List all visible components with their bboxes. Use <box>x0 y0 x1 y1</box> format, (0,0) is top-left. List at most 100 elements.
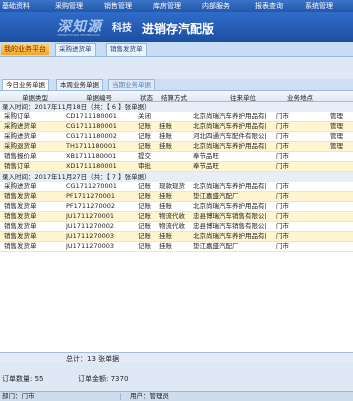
table-row[interactable]: 采购进货单 CG1711180002 记账 挂账 河北四通汽车配件有限公| 门市 管理 <box>0 132 353 142</box>
table-cell: 挂账 <box>159 192 172 200</box>
group-header[interactable]: 录入时间：2017年11月27日（共：【 7 】张单据） <box>0 172 353 182</box>
table-cell: 挂账 <box>159 202 172 210</box>
table-cell: JU1711270001 <box>66 212 115 220</box>
table-cell: 物流代收 <box>159 222 185 230</box>
table-cell: 挂账 <box>159 242 172 250</box>
table-cell: 记账 <box>138 212 151 220</box>
summary-panel: 订单数量: 55 订单金额: 7370 <box>0 362 353 384</box>
table-cell: 记账 <box>138 192 151 200</box>
table-cell: 挂账 <box>159 232 172 240</box>
table-cell: 河北四通汽车配件有限公| <box>193 132 267 140</box>
table-cell: 现款现货 <box>159 182 185 190</box>
table-cell: 奉节品旺 <box>193 152 219 160</box>
table-cell: 管理 <box>330 112 343 120</box>
table-cell: 北京尚瑞汽车养护用品有| <box>193 232 267 240</box>
table-cell: 记账 <box>138 122 151 130</box>
col-doc-number[interactable]: 单据编号 <box>86 92 112 102</box>
order-count: 订单数量: 55 <box>2 375 44 383</box>
table-cell: 门市 <box>276 202 289 210</box>
table-cell: 北京尚瑞汽车养护用品有| <box>193 112 267 120</box>
table-row[interactable]: 销售发货单 JU1711270001 记账 物流代收 忠县博瑞汽车销售有限公| 门市 <box>0 212 353 222</box>
table-row[interactable]: 销售发货单 JU1711270003 记账 挂账 垫江嘉盛汽配厂 门市 <box>0 242 353 252</box>
table-cell: 门市 <box>276 222 289 230</box>
tab-bar: 今日业务单据 本周业务单据 当期业务单据 <box>0 79 353 90</box>
order-amount: 订单金额: 7370 <box>78 375 129 383</box>
table-row[interactable]: 销售发货单 PF1711270001 记账 挂账 垫江嘉盛汽配厂 门市 <box>0 192 353 202</box>
table-cell: 管理 <box>330 122 343 130</box>
group-header[interactable]: 录入时间：2017年11月18日（共：【 6 】张单据） <box>0 102 353 112</box>
table-cell: PF1711270002 <box>66 202 116 210</box>
table-row[interactable]: 销售发货单 JU1711270003 记账 挂账 北京尚瑞汽车养护用品有| 门市 <box>0 232 353 242</box>
table-cell: 挂账 <box>159 122 172 130</box>
nav-tab-purchase-receipt[interactable]: 采购进货单 <box>55 43 96 57</box>
nav-tab-sales-delivery[interactable]: 销售发货单 <box>106 43 147 57</box>
col-partner[interactable]: 往来单位 <box>230 92 256 102</box>
table-cell: CG1711180001 <box>66 122 117 130</box>
my-platform-button[interactable]: 我的业务平台 <box>1 43 49 55</box>
table-cell: 关闭 <box>138 112 151 120</box>
menu-sales[interactable]: 销售管理 <box>104 1 132 11</box>
status-divider <box>120 393 121 400</box>
table-row[interactable]: 采购订单 CD1711180001 关闭 北京尚瑞汽车养护用品有| 门市 管理 <box>0 112 353 122</box>
table-cell: 门市 <box>276 122 289 130</box>
table-cell: PF1711270001 <box>66 192 116 200</box>
table-cell: 审批 <box>138 162 151 170</box>
table-cell: 采购进货单 <box>4 132 37 140</box>
table-cell: 门市 <box>276 192 289 200</box>
menu-purchase[interactable]: 采购管理 <box>55 1 83 11</box>
menu-warehouse[interactable]: 库房管理 <box>153 1 181 11</box>
table-cell: JU1711270003 <box>66 242 115 250</box>
col-settlement[interactable]: 结算方式 <box>161 92 187 102</box>
table-cell: 采购退货单 <box>4 142 37 150</box>
table-cell: 垫江嘉盛汽配厂 <box>193 192 239 200</box>
table-cell: 记账 <box>138 242 151 250</box>
table-cell: 门市 <box>276 132 289 140</box>
table-cell: 北京尚瑞汽车养护用品有| <box>193 122 267 130</box>
table-cell: 门市 <box>276 182 289 190</box>
table-cell: 忠县博瑞汽车销售有限公| <box>193 222 267 230</box>
table-row[interactable]: 销售报价单 XB1711180001 提交 奉节品旺 门市 <box>0 152 353 162</box>
logo-subtitle: SHENZHIYUAN TECHNOLOGY <box>57 33 101 37</box>
table-cell: 垫江嘉盛汽配厂 <box>193 242 239 250</box>
col-location[interactable]: 业务地点 <box>287 92 313 102</box>
table-row[interactable]: 销售订单 XD1711180001 审批 奉节品旺 门市 <box>0 162 353 172</box>
tab-this-week[interactable]: 本周业务单据 <box>56 79 103 90</box>
table-cell: 门市 <box>276 212 289 220</box>
tab-current-period[interactable]: 当期业务单据 <box>108 79 155 90</box>
table-row[interactable]: 采购进货单 CG1711180001 记账 挂账 北京尚瑞汽车养护用品有| 门市 管理 <box>0 122 353 132</box>
col-doc-type[interactable]: 单据类型 <box>22 92 48 102</box>
menu-reports[interactable]: 报表查询 <box>255 1 283 11</box>
table-cell: 销售发货单 <box>4 242 37 250</box>
table-cell: CG1711180002 <box>66 132 117 140</box>
table-cell: 北京尚瑞汽车养护用品有| <box>193 182 267 190</box>
table-cell: 记账 <box>138 222 151 230</box>
table-row[interactable]: 销售发货单 PF1711270002 记账 挂账 北京尚瑞汽车养护用品有| 门市 <box>0 202 353 212</box>
app-banner: 深知源 科技 SHENZHIYUAN TECHNOLOGY 进销存汽配版 <box>0 12 353 42</box>
tab-today[interactable]: 今日业务单据 <box>2 79 49 90</box>
table-cell: 门市 <box>276 152 289 160</box>
table-row[interactable]: 采购进货单 CG1711270001 记账 现款现货 北京尚瑞汽车养护用品有| 门市 <box>0 182 353 192</box>
table-cell: 提交 <box>138 152 151 160</box>
group-label: 录入时间：2017年11月27日（共：【 7 】张单据） <box>2 173 151 181</box>
table-cell: 记账 <box>138 142 151 150</box>
table-cell: 销售报价单 <box>4 152 37 160</box>
table-cell: 采购订单 <box>4 112 30 120</box>
menu-basic-data[interactable]: 基础资料 <box>2 1 30 11</box>
table-cell: XB1711180001 <box>66 152 117 160</box>
table-row[interactable]: 销售发货单 JU1711270002 记账 物流代收 忠县博瑞汽车销售有限公| 门市 <box>0 222 353 232</box>
table-cell: 销售发货单 <box>4 232 37 240</box>
table-cell: 挂账 <box>159 142 172 150</box>
menu-system[interactable]: 系统管理 <box>305 1 333 11</box>
logo-tech-text: 科技 <box>112 23 132 34</box>
table-cell: 记账 <box>138 202 151 210</box>
brand-logo: 深知源 科技 SHENZHIYUAN TECHNOLOGY <box>55 16 135 37</box>
table-cell: 采购进货单 <box>4 182 37 190</box>
grid-header: 单据类型 单据编号 状态 结算方式 往来单位 业务地点 <box>0 91 353 102</box>
table-cell: CD1711180001 <box>66 112 117 120</box>
menu-internal[interactable]: 内部服务 <box>202 1 230 11</box>
table-cell: 销售发货单 <box>4 192 37 200</box>
table-cell: 北京尚瑞汽车养护用品有| <box>193 202 267 210</box>
table-cell: 管理 <box>330 132 343 140</box>
table-row[interactable]: 采购退货单 TH1711180001 记账 挂账 北京尚瑞汽车养护用品有| 门市 管理 <box>0 142 353 152</box>
col-status[interactable]: 状态 <box>140 92 153 102</box>
